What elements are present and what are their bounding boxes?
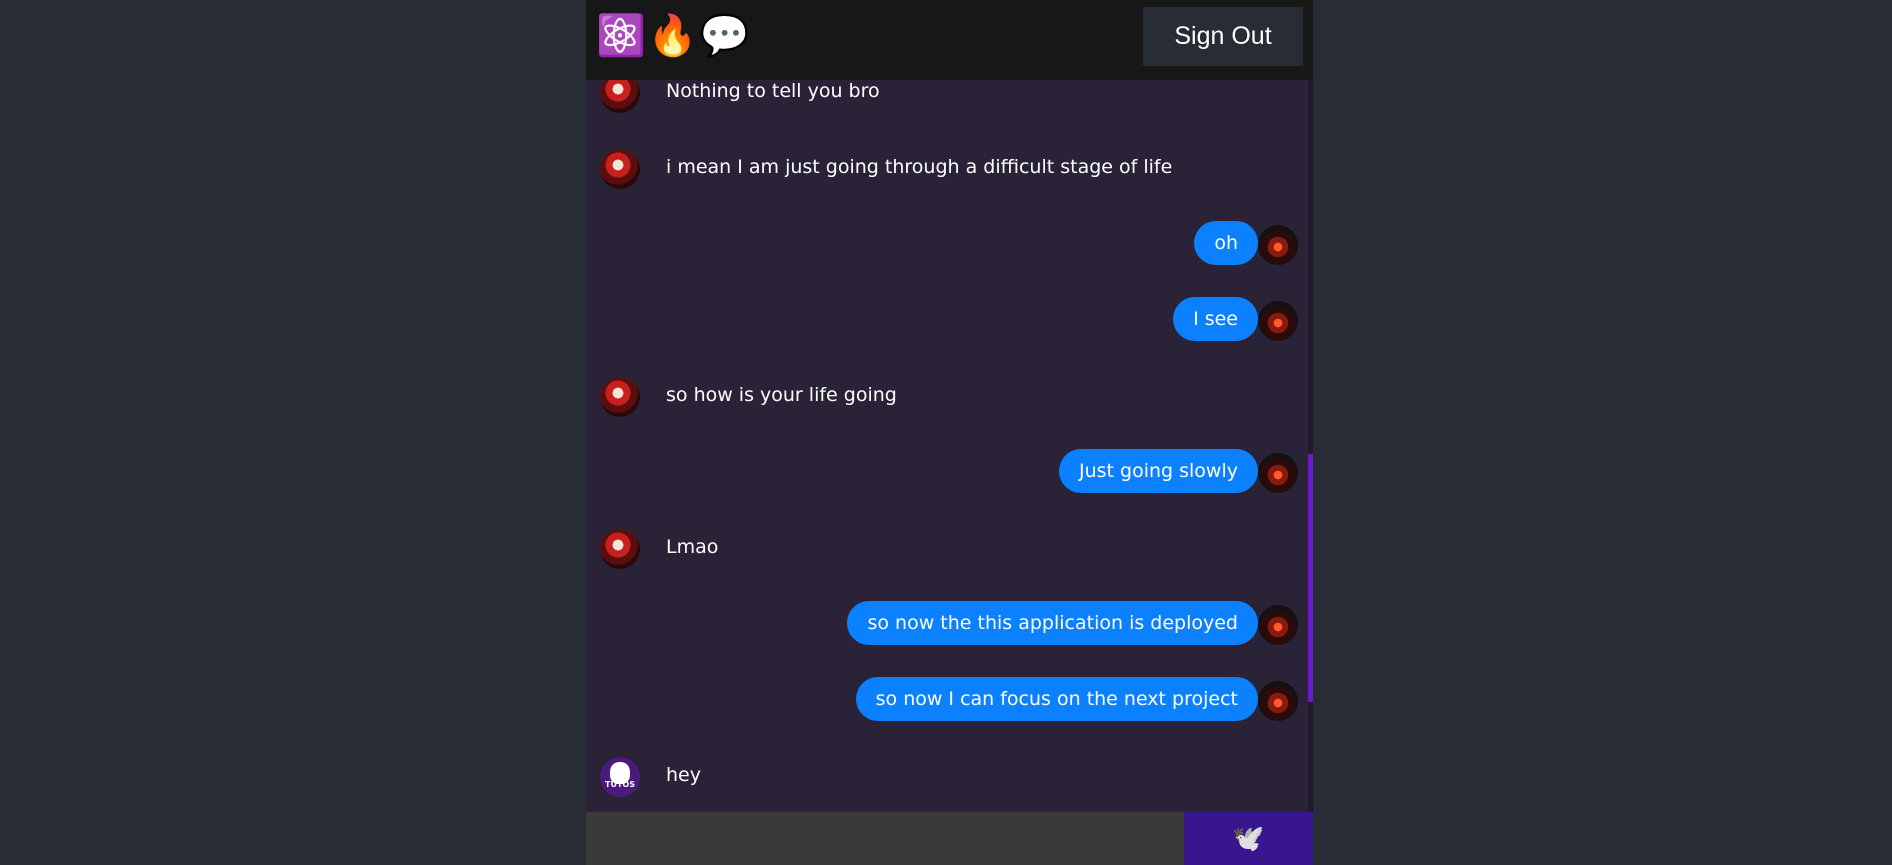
user-avatar — [600, 529, 640, 569]
user-avatar: TUTOS — [600, 757, 640, 797]
message-sent: Just going slowly — [1008, 449, 1308, 494]
sign-out-button[interactable]: Sign Out — [1143, 7, 1303, 66]
scrollbar-track[interactable] — [1308, 80, 1313, 812]
dove-icon: 🕊️ — [1232, 823, 1265, 853]
message-sent: oh — [1108, 221, 1308, 266]
avatar-label: TUTOS — [605, 780, 635, 789]
message-bubble: so now the this application is deployed — [847, 601, 1258, 645]
message-bubble: I see — [1173, 297, 1258, 341]
user-avatar — [1258, 301, 1298, 341]
message-composer: 🕊️ — [586, 812, 1313, 865]
user-avatar — [1258, 225, 1298, 265]
user-avatar — [1258, 453, 1298, 493]
message-bubble: Just going slowly — [1058, 449, 1258, 493]
message-text: so how is your life going — [666, 384, 897, 406]
user-avatar — [1258, 681, 1298, 721]
user-avatar — [600, 377, 640, 417]
message-text: hey — [666, 764, 701, 786]
message-bubble: oh — [1194, 221, 1258, 265]
app-logo: ⚛️🔥💬 — [596, 13, 752, 59]
user-avatar — [600, 149, 640, 189]
send-button[interactable]: 🕊️ — [1184, 812, 1313, 865]
message-sent: so now the this application is deployed — [847, 601, 1308, 646]
message-sent: I see — [1108, 297, 1308, 342]
message-sent: so now I can focus on the next project — [848, 677, 1308, 722]
message-text: Lmao — [666, 536, 719, 558]
app-header: ⚛️🔥💬 Sign Out — [586, 0, 1313, 80]
message-bubble: so now I can focus on the next project — [855, 677, 1258, 721]
chat-app: Nothing to tell you bro i mean I am just… — [586, 0, 1313, 865]
message-list[interactable]: Nothing to tell you bro i mean I am just… — [586, 0, 1308, 812]
user-avatar — [1258, 605, 1298, 645]
message-text: i mean I am just going through a difficu… — [666, 156, 1173, 178]
message-input[interactable] — [586, 812, 1184, 865]
scrollbar-thumb[interactable] — [1308, 454, 1313, 702]
